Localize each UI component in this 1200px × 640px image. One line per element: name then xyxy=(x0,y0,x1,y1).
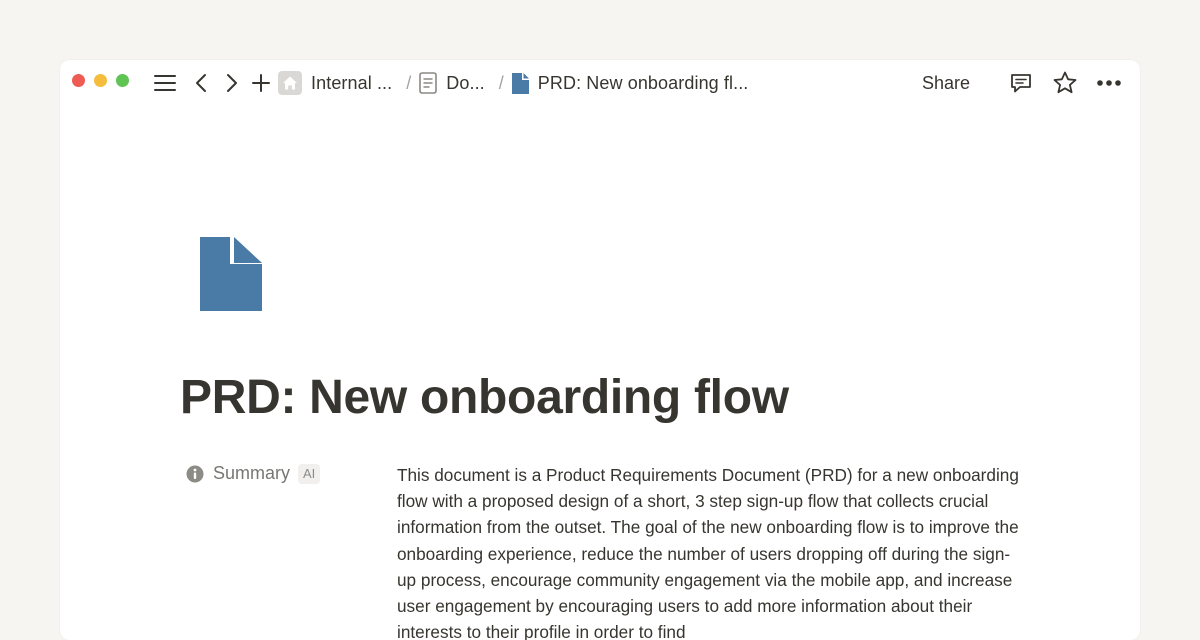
app-window: Internal ... / Do... / PRD: New onboardi… xyxy=(60,60,1140,640)
zoom-window-button[interactable] xyxy=(116,74,129,87)
page-icon xyxy=(419,72,438,94)
comments-button[interactable] xyxy=(1008,70,1034,96)
document-icon[interactable] xyxy=(200,237,262,311)
breadcrumb-item-current-page[interactable]: PRD: New onboarding fl... xyxy=(511,72,749,94)
back-icon xyxy=(196,74,206,92)
menu-icon xyxy=(154,75,176,91)
home-icon xyxy=(278,71,302,95)
property-value-summary[interactable]: This document is a Product Requirements … xyxy=(397,462,1027,640)
title-bar: Internal ... / Do... / PRD: New onboardi… xyxy=(60,60,1140,106)
breadcrumb-label: Internal ... xyxy=(311,72,393,93)
plus-icon xyxy=(252,74,270,92)
more-options-button[interactable] xyxy=(1096,70,1122,96)
comment-icon xyxy=(1011,74,1031,93)
forward-icon xyxy=(227,74,237,92)
breadcrumb-separator: / xyxy=(406,72,412,93)
breadcrumb: Internal ... / Do... / PRD: New onboardi… xyxy=(278,70,748,96)
favorite-button[interactable] xyxy=(1052,70,1078,96)
minimize-window-button[interactable] xyxy=(94,74,107,87)
ai-badge: AI xyxy=(298,463,321,484)
close-window-button[interactable] xyxy=(72,74,85,87)
more-icon xyxy=(1097,80,1121,86)
share-button[interactable]: Share xyxy=(922,73,970,94)
star-icon xyxy=(1053,71,1077,94)
breadcrumb-label: PRD: New onboarding fl... xyxy=(537,72,749,93)
new-page-button[interactable] xyxy=(249,71,273,95)
breadcrumb-item-docs[interactable]: Do... xyxy=(419,72,485,94)
forward-button[interactable] xyxy=(220,71,244,95)
breadcrumb-label: Do... xyxy=(446,72,485,93)
document-icon xyxy=(511,72,529,94)
breadcrumb-separator: / xyxy=(498,72,504,93)
page-actions: Share xyxy=(922,70,1122,96)
page-title[interactable]: PRD: New onboarding flow xyxy=(180,370,789,425)
breadcrumb-item-workspace[interactable]: Internal ... xyxy=(278,71,392,95)
property-summary[interactable]: Summary AI xyxy=(186,463,321,484)
back-button[interactable] xyxy=(189,71,213,95)
property-name: Summary xyxy=(213,463,291,483)
info-icon xyxy=(186,465,204,483)
sidebar-menu-button[interactable] xyxy=(153,71,177,95)
window-controls xyxy=(72,74,129,87)
